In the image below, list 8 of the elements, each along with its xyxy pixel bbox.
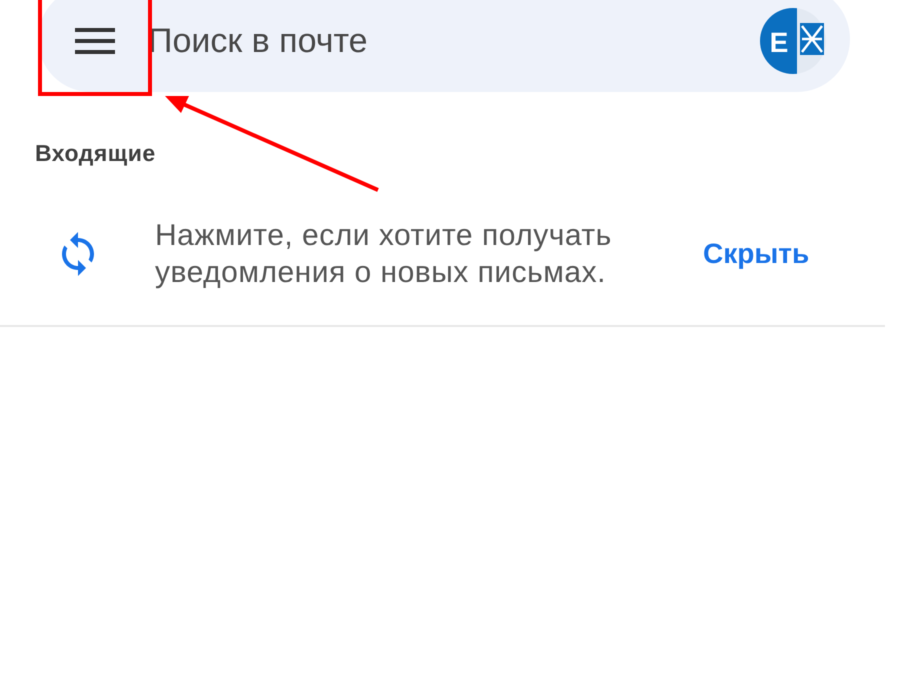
sync-icon [62,232,94,276]
cross-pattern-icon [800,23,824,55]
search-input[interactable]: Поиск в почте [148,18,760,64]
hide-button[interactable]: Скрыть [703,238,810,270]
menu-icon [75,28,115,54]
account-avatar[interactable]: E [760,8,826,74]
banner-message: Нажмите, если хотите получать уведомления о новых письмах. [155,218,613,291]
folder-title: Входящие [35,140,156,166]
